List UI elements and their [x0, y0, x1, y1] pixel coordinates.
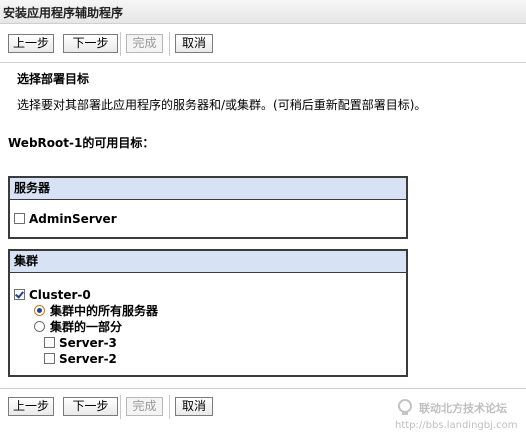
all-servers-label: 集群中的所有服务器	[50, 304, 159, 318]
finish-button-disabled: 完成	[126, 34, 163, 53]
lightbulb-icon	[398, 399, 412, 415]
cancel-button[interactable]: 取消	[175, 34, 213, 53]
cluster-panel: 集群 Cluster-0 集群中的所有服务器 集群的一部分 Server-3 S…	[8, 249, 408, 377]
part-of-cluster-label: 集群的一部分	[50, 320, 123, 334]
server-3-label: Server-3	[59, 336, 117, 350]
watermark-site-name: 联动北方技术论坛	[419, 402, 507, 415]
member-server-2[interactable]: Server-2	[44, 351, 117, 367]
section-title: 选择部署目标	[17, 72, 90, 86]
servers-panel: 服务器 AdminServer	[8, 176, 408, 239]
server-2-label: Server-2	[59, 352, 117, 366]
toolbar-divider	[169, 32, 170, 56]
title-bar: 安装应用程序辅助程序	[0, 0, 526, 24]
servers-panel-header: 服务器	[10, 178, 406, 200]
toolbar-divider	[120, 395, 121, 419]
finish-button-disabled: 完成	[126, 397, 163, 416]
server-2-checkbox[interactable]	[44, 353, 55, 364]
window-title: 安装应用程序辅助程序	[3, 6, 124, 20]
section-description: 选择要对其部署此应用程序的服务器和/或集群。(可稍后重新配置部署目标)。	[17, 98, 427, 112]
cluster-0-label: Cluster-0	[29, 288, 91, 302]
server-3-checkbox[interactable]	[44, 337, 55, 348]
toolbar-divider	[120, 32, 121, 56]
next-button[interactable]: 下一步	[63, 397, 118, 416]
divider-bottom	[0, 388, 526, 389]
adminserver-label: AdminServer	[29, 212, 117, 226]
radio-part-of-cluster[interactable]: 集群的一部分	[34, 319, 122, 335]
watermark-url: http://bbs.landingbj.com	[395, 420, 518, 431]
server-option-adminserver[interactable]: AdminServer	[14, 211, 117, 227]
cluster-panel-header: 集群	[10, 251, 406, 273]
next-button[interactable]: 下一步	[63, 34, 118, 53]
back-button[interactable]: 上一步	[8, 397, 54, 416]
member-server-3[interactable]: Server-3	[44, 335, 117, 351]
cancel-button[interactable]: 取消	[175, 397, 213, 416]
watermark: 联动北方技术论坛 http://bbs.landingbj.com	[395, 398, 523, 438]
radio-all-servers-in-cluster[interactable]: 集群中的所有服务器	[34, 303, 158, 319]
cluster-option-cluster-0[interactable]: Cluster-0	[14, 287, 91, 303]
part-of-cluster-radio[interactable]	[34, 321, 45, 332]
back-button[interactable]: 上一步	[8, 34, 54, 53]
cluster-0-checkbox[interactable]	[14, 289, 25, 300]
divider-top	[0, 62, 526, 63]
available-targets-heading: WebRoot-1的可用目标：	[8, 136, 155, 150]
all-servers-radio[interactable]	[34, 305, 45, 316]
toolbar-divider	[169, 395, 170, 419]
adminserver-checkbox[interactable]	[14, 213, 25, 224]
